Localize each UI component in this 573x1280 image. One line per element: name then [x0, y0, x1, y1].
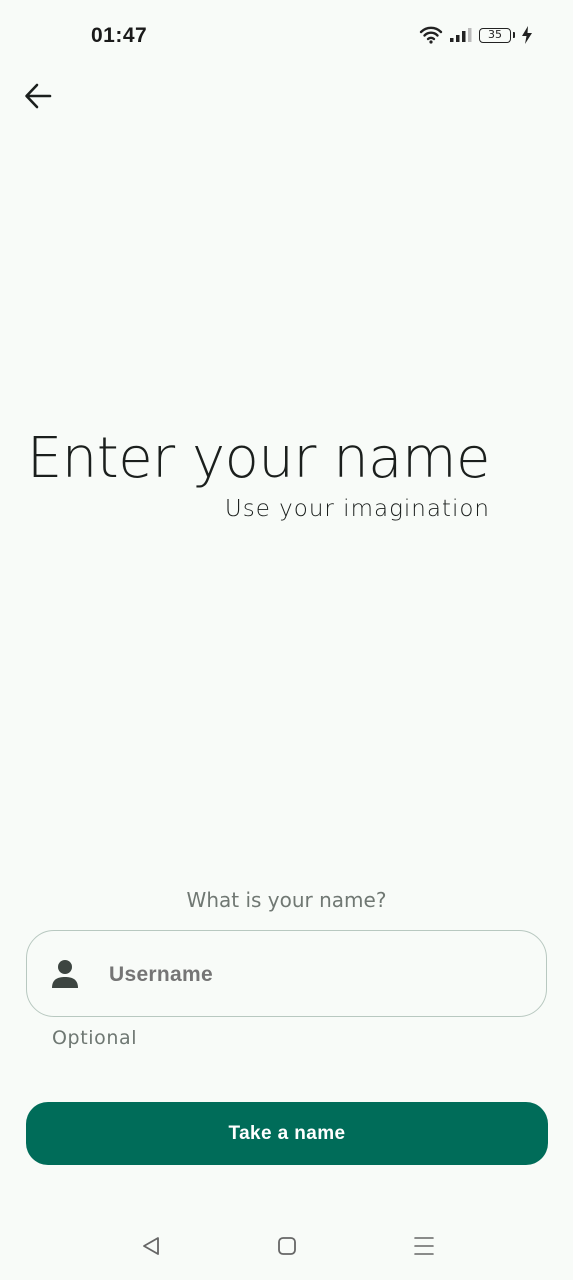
- status-time: 01:47: [91, 24, 148, 47]
- nav-home-button[interactable]: [272, 1231, 302, 1261]
- battery-icon: 35: [479, 27, 515, 43]
- person-icon: [52, 960, 78, 988]
- username-field[interactable]: [26, 930, 547, 1018]
- back-triangle-icon: [143, 1237, 159, 1255]
- status-icons: 35: [419, 26, 533, 44]
- menu-lines-icon: [414, 1237, 434, 1255]
- page-subtitle: Use your imagination: [224, 496, 490, 522]
- arrow-left-icon: [25, 83, 52, 109]
- charging-icon: [522, 26, 532, 44]
- signal-icon: [450, 28, 472, 42]
- home-square-icon: [278, 1237, 296, 1255]
- optional-helper-text: Optional: [52, 1027, 138, 1049]
- take-name-button[interactable]: Take a name: [26, 1102, 548, 1165]
- nav-menu-button[interactable]: [409, 1231, 439, 1261]
- page-title: Enter your name: [26, 426, 491, 491]
- username-input[interactable]: [109, 931, 529, 1018]
- system-nav-bar: [0, 1215, 573, 1275]
- hero: Enter your name Use your imagination: [26, 426, 491, 522]
- wifi-icon: [419, 26, 443, 44]
- nav-back-button[interactable]: [136, 1231, 166, 1261]
- name-question-label: What is your name?: [186, 888, 387, 912]
- status-bar: 01:47 35: [0, 0, 573, 72]
- back-button[interactable]: [18, 76, 58, 116]
